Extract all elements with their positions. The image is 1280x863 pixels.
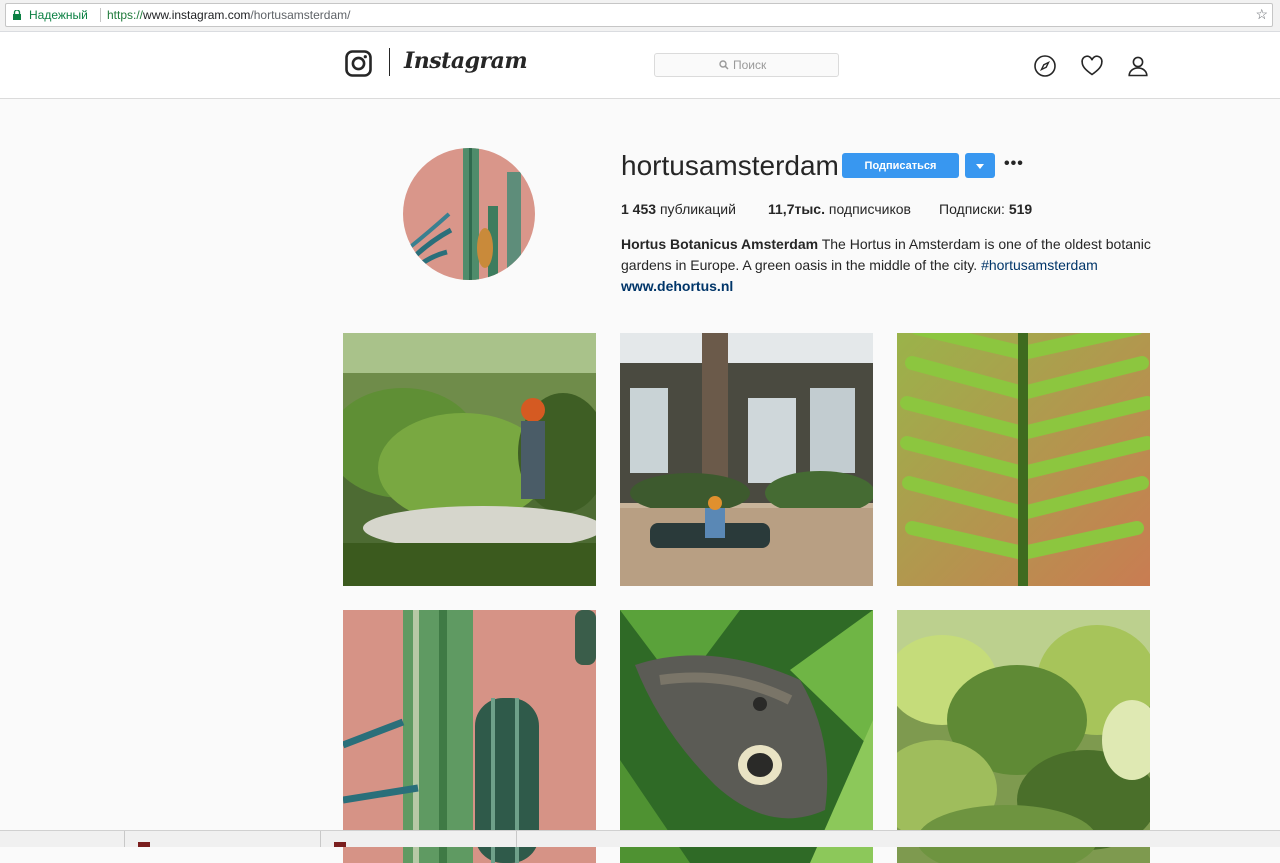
taskbar-tab-2[interactable] [124,831,321,847]
search-icon [719,60,729,70]
followers-count: 11,7тыс. [768,201,825,217]
followers-stat[interactable]: 11,7тыс. подписчиков [768,201,911,217]
search-input[interactable]: Поиск [654,53,839,77]
bio-name: Hortus Botanicus Amsterdam [621,236,819,252]
secure-label: Надежный [29,8,88,22]
search-placeholder: Поиск [733,58,767,72]
post-thumbnail-4[interactable] [343,610,596,863]
taskbar-tab-3[interactable] [320,831,517,847]
instagram-header: Instagram Поиск [0,32,1280,99]
more-options-button[interactable]: ••• [1004,155,1024,173]
profile-username: hortusamsterdam [621,150,839,181]
bookmark-star-icon[interactable]: ☆ [1255,6,1268,23]
profile-bio: Hortus Botanicus Amsterdam The Hortus in… [621,234,1151,297]
url-scheme: https:// [107,8,144,22]
taskbar-tab-1[interactable] [0,831,150,847]
address-bar[interactable]: Надежный https://www.instagram.com/hortu… [5,3,1273,27]
follow-button[interactable]: Подписаться [842,153,959,178]
instagram-glyph-icon[interactable] [345,50,372,77]
browser-toolbar: Надежный https://www.instagram.com/hortu… [0,0,1280,32]
following-label: Подписки: [939,201,1005,217]
url-path: /hortusamsterdam/ [250,8,351,22]
url-host: www.instagram.com [143,8,251,22]
logo-divider [389,48,390,76]
post-thumbnail-3[interactable] [897,333,1150,586]
taskbar-tab-3-marker [334,842,346,847]
suggestions-dropdown-button[interactable] [965,153,995,178]
bio-hashtag-link[interactable]: #hortusamsterdam [981,257,1098,273]
post-thumbnail-1[interactable] [343,333,596,586]
following-stat[interactable]: Подписки: 519 [939,201,1032,217]
post-thumbnail-2[interactable] [620,333,873,586]
posts-label: публикаций [659,201,736,217]
bottom-taskbar [0,830,1280,847]
address-divider [100,8,101,22]
heart-icon[interactable] [1080,54,1104,78]
taskbar-tab-2-marker [138,842,150,847]
instagram-wordmark[interactable]: Instagram [404,48,528,74]
post-thumbnail-6[interactable] [897,610,1150,863]
compass-icon[interactable] [1033,54,1057,78]
posts-count: 1 453 [621,201,657,217]
caret-down-icon [976,164,984,169]
profile-icon[interactable] [1126,54,1150,78]
following-count: 519 [1008,201,1033,217]
post-thumbnail-5[interactable] [620,610,873,863]
url-text[interactable]: https://www.instagram.com/hortusamsterda… [107,8,350,22]
posts-stat: 1 453 публикаций [621,201,736,217]
bio-website-link[interactable]: www.dehortus.nl [621,276,1151,297]
profile-avatar[interactable] [403,148,535,280]
followers-label: подписчиков [828,201,911,217]
lock-icon [13,10,21,20]
